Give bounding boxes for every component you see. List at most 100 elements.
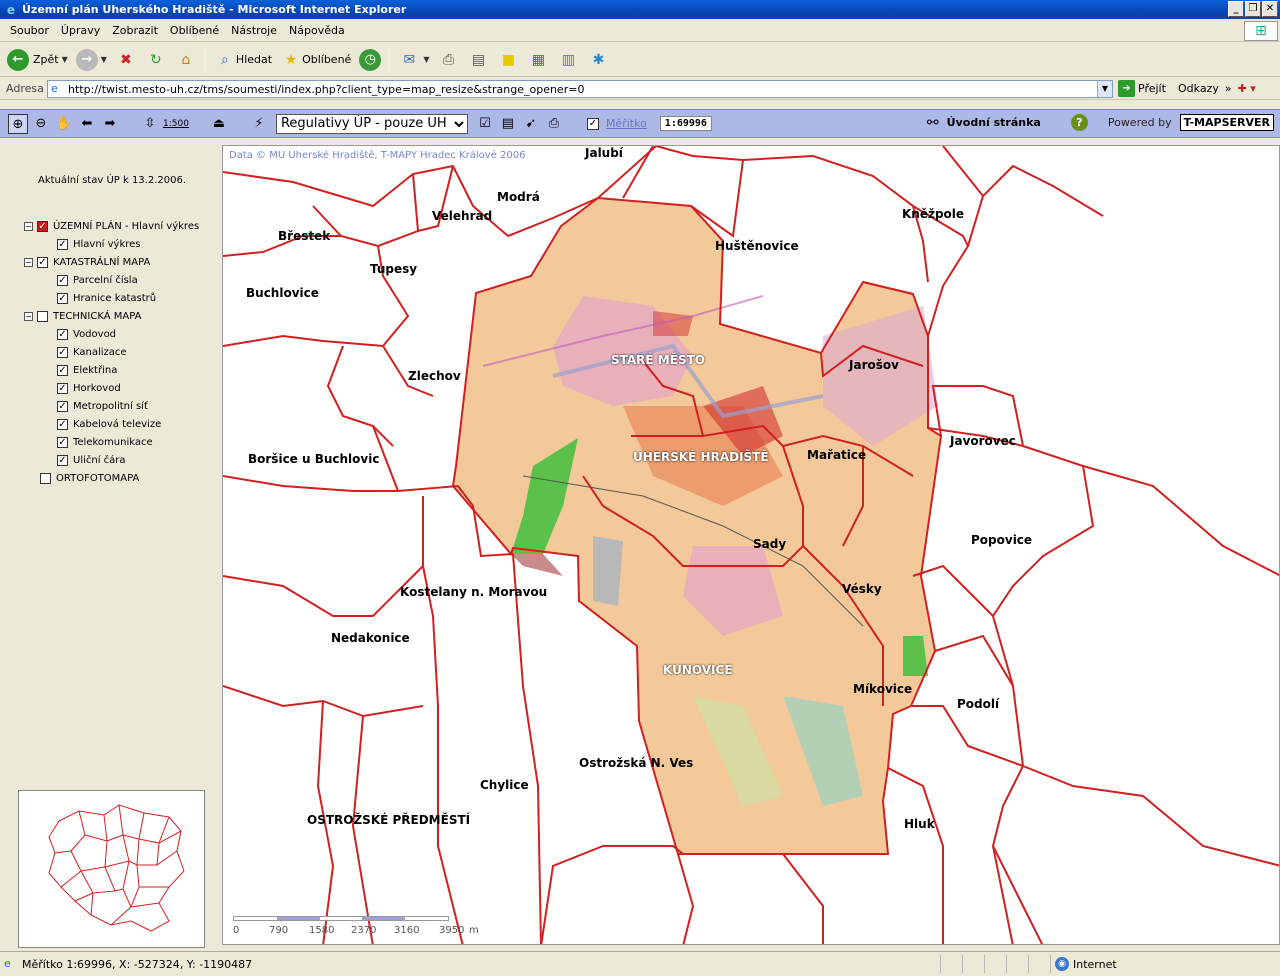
scale-1-500-button[interactable]: 1:500 <box>163 119 189 129</box>
tmapserver-logo[interactable]: T-MAPSERVER <box>1179 114 1274 131</box>
layer-checkbox[interactable]: ✓ <box>57 328 68 340</box>
layer-checkbox[interactable]: ✓ <box>57 400 68 412</box>
layer-checkbox[interactable]: ✓ <box>57 346 68 358</box>
refresh-icon: ↻ <box>150 51 162 68</box>
overview-map[interactable] <box>18 790 205 948</box>
print-button[interactable]: ⎙ <box>434 46 462 74</box>
layer-checkbox[interactable]: ✓ <box>57 274 68 286</box>
links-toolbar[interactable]: Odkazy » ✚ ▾ <box>1178 82 1256 95</box>
chevron-down-icon[interactable]: ▼ <box>101 55 107 64</box>
map-canvas[interactable]: Data © MU Uherské Hradiště, T-MAPY Hrade… <box>222 145 1280 945</box>
menu-soubor[interactable]: Soubor <box>4 24 55 37</box>
layer-checkbox[interactable]: ✓ <box>57 436 68 448</box>
chevron-down-icon[interactable]: ▼ <box>423 55 429 64</box>
address-dropdown-icon[interactable]: ▼ <box>1097 81 1112 97</box>
home-button[interactable]: ⌂ <box>172 46 200 74</box>
zoom-scale-icon[interactable]: ⇳ <box>140 114 160 134</box>
layer-hranice-katastru[interactable]: ✓ Hranice katastrů <box>24 289 199 307</box>
layer-vodovod[interactable]: ✓ Vodovod <box>24 325 199 343</box>
close-button[interactable]: ✕ <box>1262 1 1278 17</box>
scale-label: 2370 <box>351 925 377 936</box>
binoculars-icon[interactable]: ⚯ <box>927 115 939 131</box>
research-button[interactable]: ▥ <box>554 46 582 74</box>
layer-checkbox[interactable]: ✓ <box>37 256 48 268</box>
edit-button[interactable]: ▤ <box>464 46 492 74</box>
query-cursor-icon[interactable]: ➹ <box>521 114 541 134</box>
url-input[interactable] <box>68 81 1097 97</box>
messenger-button[interactable]: ✱ <box>584 46 612 74</box>
print-map-icon[interactable]: ⎙ <box>544 114 564 134</box>
previous-view-icon[interactable]: ⬅ <box>77 114 97 134</box>
edit-icon: ▤ <box>471 51 486 68</box>
layer-select[interactable]: Regulativy ÚP - pouze UH <box>275 113 468 134</box>
layer-metropolitni-sit[interactable]: ✓ Metropolitní síť <box>24 397 199 415</box>
go-button[interactable]: ➔ Přejít <box>1118 80 1166 97</box>
lightning-icon[interactable]: ⚡ <box>249 114 269 134</box>
forward-button[interactable]: → ▼ <box>73 46 110 74</box>
layer-checkbox[interactable]: ✓ <box>57 454 68 466</box>
menu-napoveda[interactable]: Nápověda <box>283 24 351 37</box>
maximize-button[interactable]: ❐ <box>1245 1 1261 17</box>
layer-ulicni-cara[interactable]: ✓ Uliční čára <box>24 451 199 469</box>
address-label: Adresa <box>6 82 44 95</box>
search-button[interactable]: ⌕ Hledat <box>211 46 275 74</box>
minimize-button[interactable]: _ <box>1228 1 1244 17</box>
layer-checkbox[interactable]: ✓ <box>57 238 68 250</box>
pan-hand-icon[interactable]: ✋ <box>54 114 74 134</box>
layer-kabelova-televize[interactable]: ✓ Kabelová televize <box>24 415 199 433</box>
layer-checkbox[interactable]: ✓ <box>57 418 68 430</box>
place-label: Nedakonice <box>331 631 410 645</box>
home-page-link[interactable]: Úvodní stránka <box>947 116 1041 129</box>
menu-zobrazit[interactable]: Zobrazit <box>106 24 164 37</box>
mail-button[interactable]: ✉ ▼ <box>395 46 432 74</box>
favorites-button[interactable]: ★ Oblíbené <box>277 46 354 74</box>
layer-elektrina[interactable]: ✓ Elektřina <box>24 361 199 379</box>
chevron-right-icon[interactable]: » <box>1225 82 1232 95</box>
menu-nastroje[interactable]: Nástroje <box>225 24 283 37</box>
layer-kanalizace[interactable]: ✓ Kanalizace <box>24 343 199 361</box>
collapse-toggle-icon[interactable]: − <box>24 257 33 267</box>
layer-technicka-mapa[interactable]: − TECHNICKÁ MAPA <box>24 307 199 325</box>
scale-link[interactable]: Měřítko <box>606 117 647 130</box>
layer-telekomunikace[interactable]: ✓ Telekomunikace <box>24 433 199 451</box>
back-button[interactable]: ← Zpět ▼ <box>4 46 71 74</box>
forward-arrow-icon: → <box>75 48 98 71</box>
layer-checkbox[interactable]: ✓ <box>57 382 68 394</box>
layer-ortofotomapa[interactable]: ORTOFOTOMAPA <box>24 469 199 487</box>
next-view-icon[interactable]: ➡ <box>100 114 120 134</box>
info-table-icon[interactable]: ▤ <box>498 114 518 134</box>
zoom-out-icon[interactable]: ⊖ <box>31 114 51 134</box>
addon-button[interactable]: ▦ <box>524 46 552 74</box>
menu-upravy[interactable]: Úpravy <box>55 24 106 37</box>
layer-checkbox[interactable] <box>37 310 48 322</box>
layer-label: Uliční čára <box>73 454 126 466</box>
zoom-in-icon[interactable]: ⊕ <box>8 113 28 134</box>
toolbar-options-icon[interactable]: ✚ ▾ <box>1238 82 1256 95</box>
stop-button[interactable]: ✖ <box>112 46 140 74</box>
menu-oblibene[interactable]: Oblíbené <box>164 24 225 37</box>
help-icon[interactable]: ? <box>1070 114 1088 131</box>
layer-horkovod[interactable]: ✓ Horkovod <box>24 379 199 397</box>
refresh-button[interactable]: ↻ <box>142 46 170 74</box>
layer-checkbox[interactable]: ✓ <box>57 292 68 304</box>
history-icon: ◷ <box>359 48 382 71</box>
layer-checkbox[interactable] <box>40 472 51 484</box>
address-field[interactable]: e ▼ <box>47 80 1113 98</box>
layer-katastralni-mapa[interactable]: − ✓ KATASTRÁLNÍ MAPA <box>24 253 199 271</box>
chevron-down-icon[interactable]: ▼ <box>62 55 68 64</box>
collapse-toggle-icon[interactable]: − <box>24 221 33 231</box>
layer-checkbox[interactable]: ✓ <box>37 220 48 232</box>
history-button[interactable]: ◷ <box>356 46 384 74</box>
layer-hlavni-vykres[interactable]: ✓ Hlavní výkres <box>24 235 199 253</box>
layer-parcelni-cisla[interactable]: ✓ Parcelní čísla <box>24 271 199 289</box>
layer-checkbox[interactable]: ✓ <box>57 364 68 376</box>
place-label: Kostelany n. Moravou <box>400 585 548 599</box>
layer-uzemni-plan[interactable]: − ✓ ÚZEMNÍ PLÁN - Hlavní výkres <box>24 217 199 235</box>
scale-checkbox[interactable]: ✓ <box>586 117 599 130</box>
address-bar: Adresa e ▼ ➔ Přejít Odkazy » ✚ ▾ <box>0 78 1280 100</box>
legend-icon[interactable]: ☑ <box>475 114 495 134</box>
discuss-button[interactable]: ■ <box>494 46 522 74</box>
measure-icon[interactable]: ⏏ <box>209 114 229 134</box>
place-label: Buchlovice <box>246 286 319 300</box>
collapse-toggle-icon[interactable]: − <box>24 311 33 321</box>
